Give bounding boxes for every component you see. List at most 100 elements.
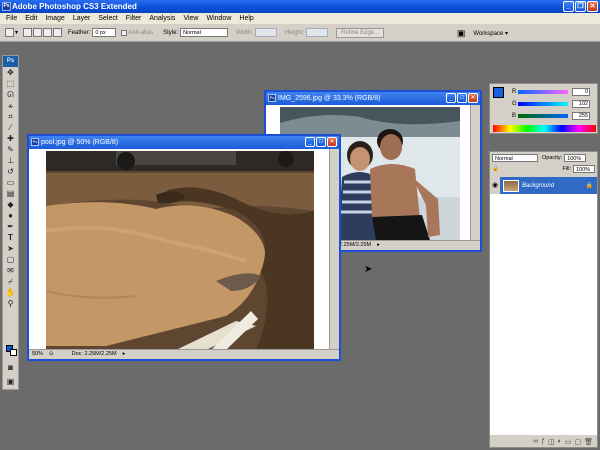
document-title: IMG_2596.jpg @ 33.3% (RGB/8) [278,95,381,102]
layer-style-icon[interactable]: ƒ [541,438,545,445]
healing-brush-tool-icon[interactable]: ✚ [3,133,18,144]
gradient-tool-icon[interactable]: ▤ [3,188,18,199]
menu-window[interactable]: Window [202,15,235,22]
close-button[interactable]: ✕ [587,1,598,12]
document-title-bar[interactable]: Ps pool.jpg @ 50% (RGB/8) _ □ ✕ [29,136,339,149]
marquee-tool-icon[interactable]: ⬚ [3,78,18,89]
subtract-selection-icon[interactable] [43,28,53,37]
new-selection-icon[interactable] [23,28,33,37]
menu-filter[interactable]: Filter [122,15,146,22]
menu-help[interactable]: Help [235,15,257,22]
blue-slider[interactable] [518,113,568,118]
dodge-tool-icon[interactable]: ● [3,210,18,221]
menu-edit[interactable]: Edit [21,15,41,22]
eyedropper-tool-icon[interactable]: ⌿ [3,276,18,287]
photo-canvas-pool[interactable] [46,151,314,350]
menu-select[interactable]: Select [94,15,121,22]
menu-layer[interactable]: Layer [69,15,95,22]
app-title: Adobe Photoshop CS3 Extended [12,2,137,11]
trash-icon[interactable]: 🗑 [584,438,593,446]
minimize-button[interactable]: _ [305,137,315,147]
close-button[interactable]: ✕ [468,93,478,103]
antialias-checkbox[interactable] [121,29,128,36]
workspace-icon: ▣ [456,28,466,38]
vertical-scrollbar[interactable] [470,105,480,240]
add-selection-icon[interactable] [33,28,43,37]
workspace-button[interactable]: Workspace ▾ [473,30,508,37]
maximize-button[interactable]: □ [457,93,467,103]
type-tool-icon[interactable]: T [3,232,18,243]
fill-input[interactable]: 100% [573,164,595,173]
shape-tool-icon[interactable]: ▢ [3,254,18,265]
intersect-selection-icon[interactable] [53,28,63,37]
height-input[interactable] [306,28,329,37]
slice-tool-icon[interactable]: ⁄ [3,122,18,133]
maximize-button[interactable]: ❐ [575,1,586,12]
menu-view[interactable]: View [179,15,202,22]
screen-mode-icon[interactable]: ▣ [3,376,18,387]
layers-panel: Normal Opacity: 100% 🔒 Fill: 100% ◉ Back… [489,151,598,448]
minimize-button[interactable]: _ [446,93,456,103]
menu-image[interactable]: Image [41,15,68,22]
menu-analysis[interactable]: Analysis [145,15,179,22]
opacity-input[interactable]: 100% [564,153,587,162]
magic-wand-tool-icon[interactable]: ⚹ [3,100,18,111]
notes-tool-icon[interactable]: ✉ [3,265,18,276]
new-group-icon[interactable]: ▭ [565,438,572,446]
eraser-tool-icon[interactable]: ▭ [3,177,18,188]
layer-lock-icon: 🔒 [585,183,593,189]
history-brush-tool-icon[interactable]: ↺ [3,166,18,177]
zoom-level[interactable]: 50% [29,350,46,359]
clone-stamp-tool-icon[interactable]: ⊥ [3,155,18,166]
foreground-color-swatch[interactable] [493,87,504,98]
tool-preset-picker[interactable]: ▾ [5,28,18,37]
selection-mode-buttons [23,28,63,37]
zoom-icon: ⊙ [49,351,54,357]
green-value-input[interactable]: 102 [572,99,590,108]
document-title: pool.jpg @ 50% (RGB/8) [41,139,119,146]
maximize-button[interactable]: □ [316,137,326,147]
new-layer-icon[interactable]: ▢ [574,438,581,446]
opacity-label: Opacity: [542,154,563,161]
blend-mode-select[interactable]: Normal [492,153,538,162]
refine-edge-button[interactable]: Refine Edge... [336,27,385,38]
style-select[interactable]: Normal [180,28,229,37]
adjustment-layer-icon[interactable]: ◐ [558,438,562,445]
red-value-input[interactable]: 0 [572,87,590,96]
move-tool-icon[interactable]: ✥ [3,67,18,78]
lock-icon[interactable]: 🔒 [492,166,499,172]
minimize-button[interactable]: _ [563,1,574,12]
layer-row-background[interactable]: ◉ Background 🔒 [490,177,597,194]
feather-input[interactable]: 0 px [92,28,117,37]
photoshop-icon: Ps [268,94,276,102]
status-menu-arrow-icon[interactable]: ▸ [120,350,129,359]
red-slider[interactable] [518,89,568,94]
document-window-pool[interactable]: Ps pool.jpg @ 50% (RGB/8) _ □ ✕ 50% ⊙ Do… [27,134,341,361]
crop-tool-icon[interactable]: ⌗ [3,111,18,122]
lasso-tool-icon[interactable]: ᘏ [3,89,18,100]
vertical-scrollbar[interactable] [329,149,339,349]
blur-tool-icon[interactable]: ◆ [3,199,18,210]
layer-mask-icon[interactable]: ◫ [548,438,555,446]
document-title-bar[interactable]: Ps IMG_2596.jpg @ 33.3% (RGB/8) _ □ ✕ [266,92,480,105]
brush-tool-icon[interactable]: ✎ [3,144,18,155]
feather-label: Feather: [68,29,91,36]
eye-icon[interactable]: ◉ [490,177,500,194]
blue-value-input[interactable]: 255 [572,111,590,120]
pen-tool-icon[interactable]: ✒ [3,221,18,232]
photoshop-icon: Ps [2,2,11,11]
menu-file[interactable]: File [2,15,21,22]
options-bar: ▾ Feather: 0 px Anti-alias Style: Normal… [0,24,600,42]
path-selection-tool-icon[interactable]: ➤ [3,243,18,254]
color-spectrum-bar[interactable] [493,125,596,132]
hand-tool-icon[interactable]: ✋ [3,287,18,298]
quick-mask-icon[interactable]: ◙ [3,362,18,373]
zoom-tool-icon[interactable]: ⚲ [3,298,18,309]
width-input[interactable] [255,28,278,37]
green-slider[interactable] [518,101,568,106]
background-color-swatch[interactable] [10,349,17,356]
close-button[interactable]: ✕ [327,137,337,147]
link-layers-icon[interactable]: ∞ [533,438,538,445]
status-menu-arrow-icon[interactable]: ▸ [374,241,383,250]
marquee-preset-icon [5,28,14,37]
